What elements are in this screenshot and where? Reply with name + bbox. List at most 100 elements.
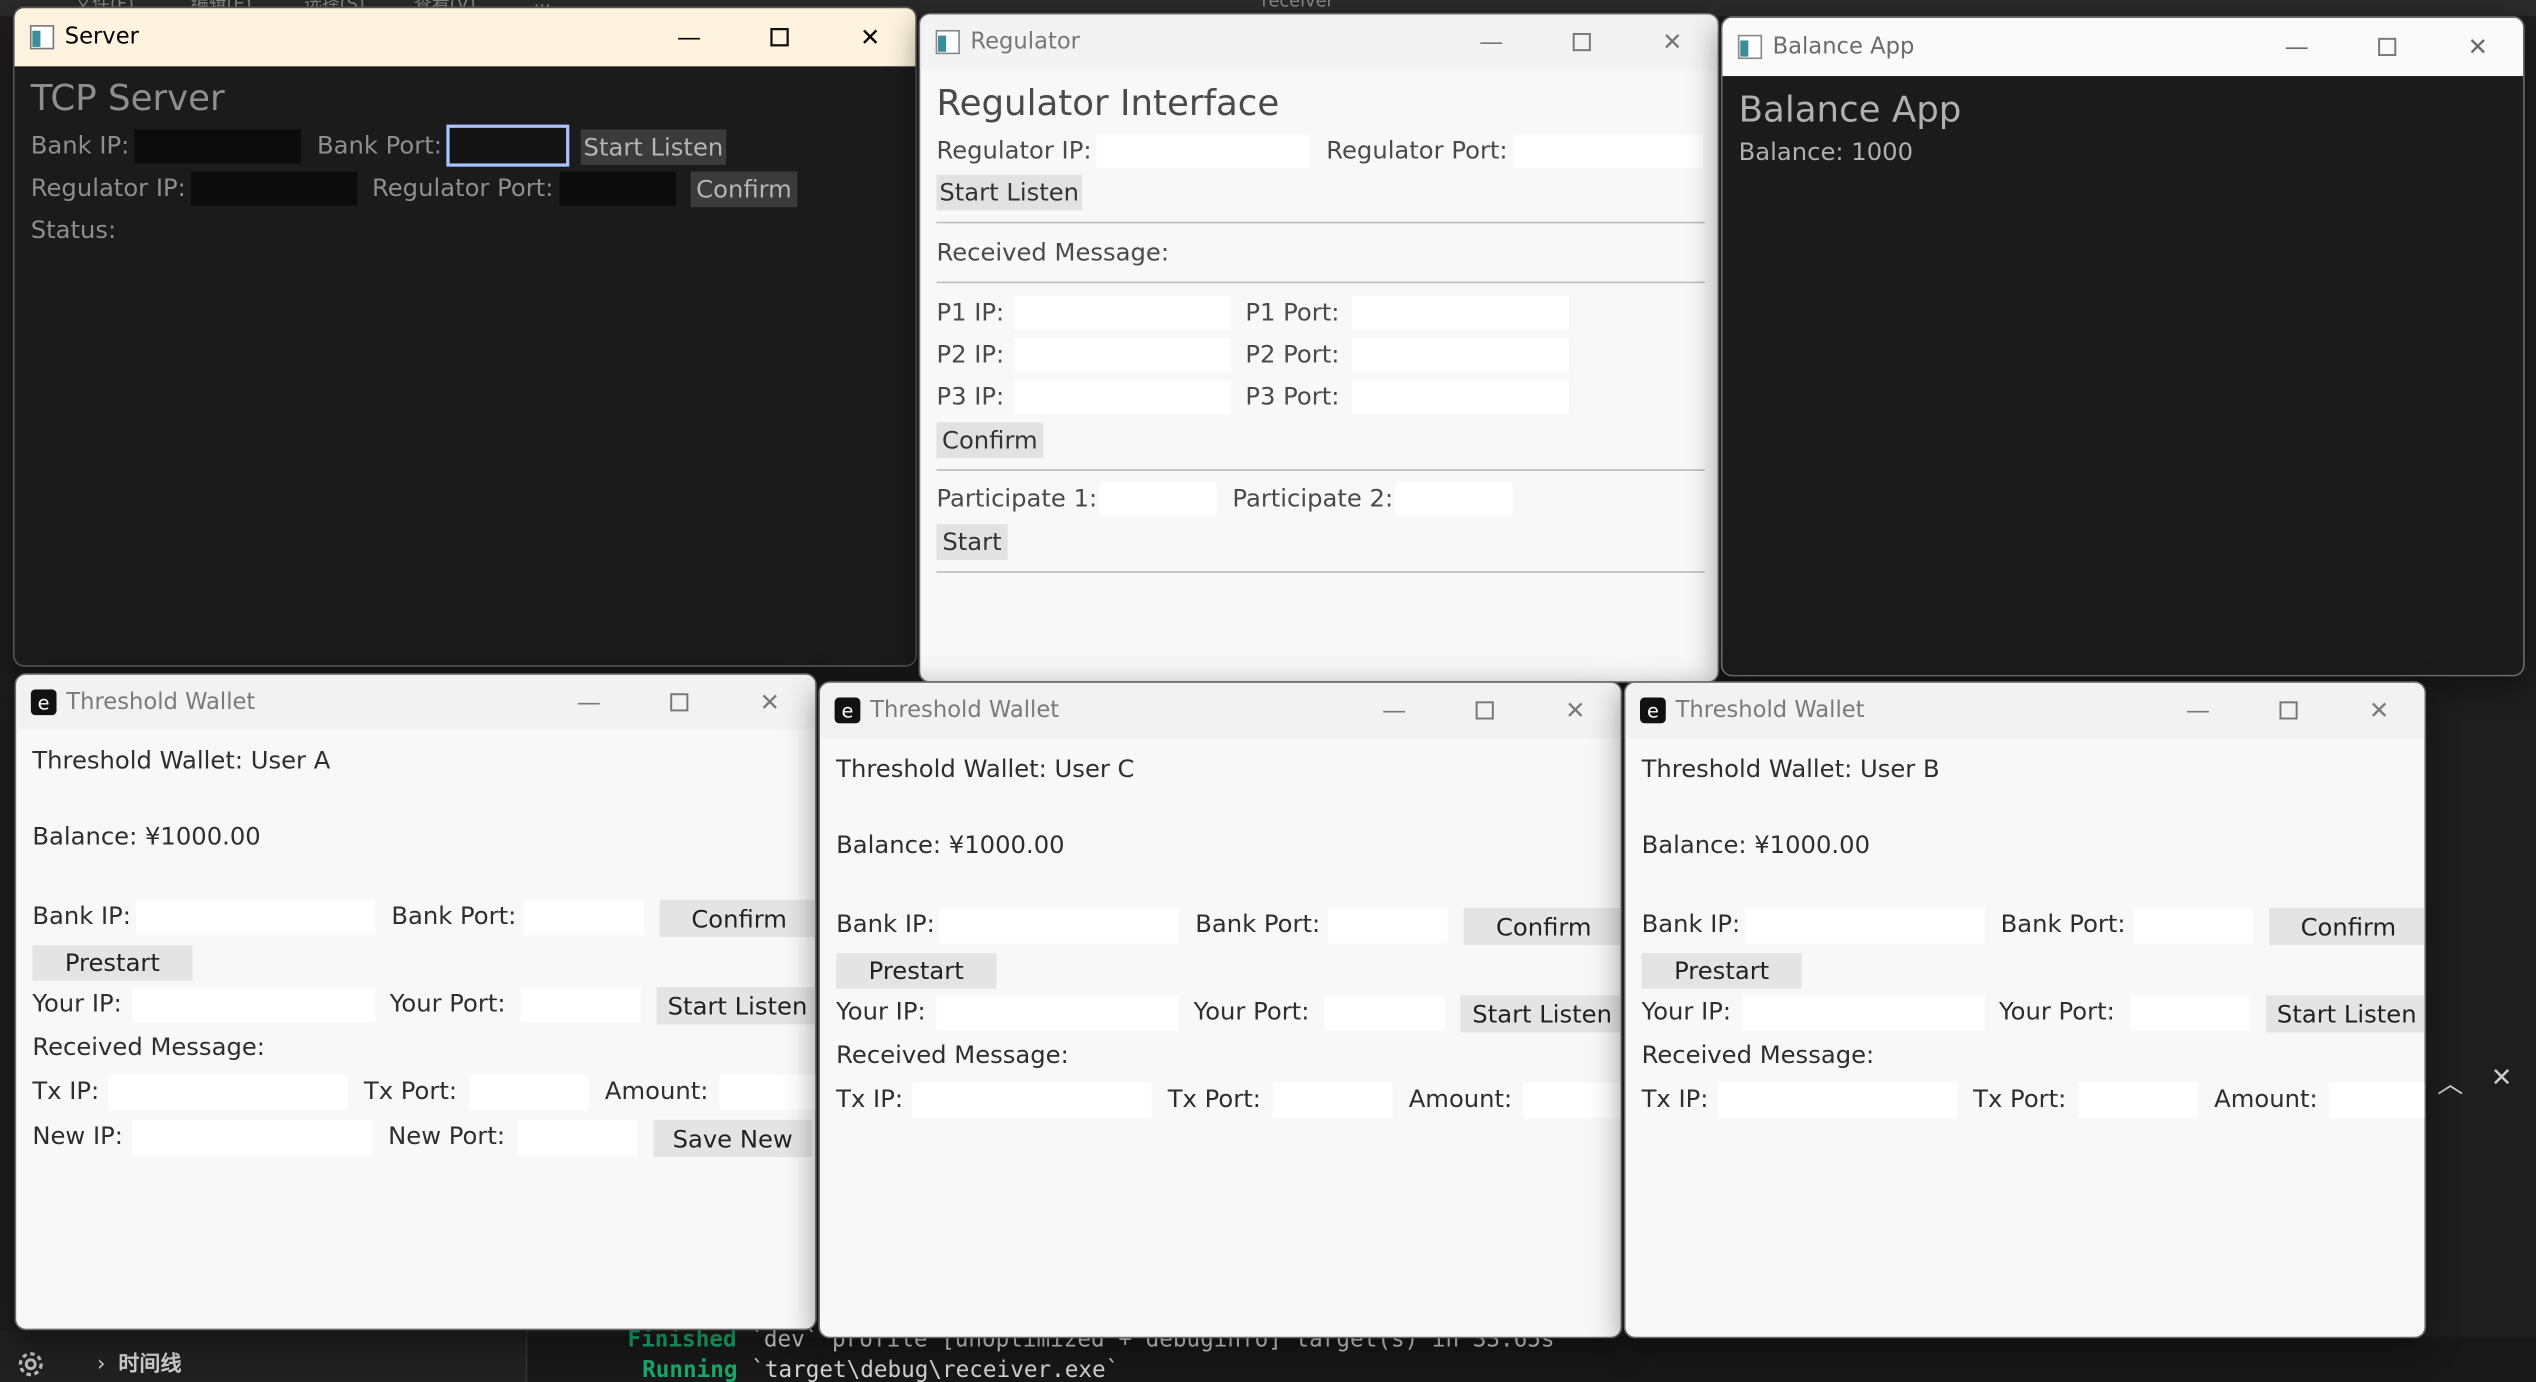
start-listen-button[interactable]: Start Listen bbox=[1460, 995, 1621, 1033]
svg-text:e: e bbox=[38, 692, 50, 715]
your-ip-input[interactable] bbox=[1741, 995, 1985, 1031]
bank-ip-input[interactable] bbox=[134, 129, 301, 164]
bank-port-input[interactable] bbox=[446, 124, 570, 167]
maximize-button[interactable] bbox=[634, 675, 725, 730]
bank-port-input[interactable] bbox=[524, 899, 644, 936]
start-listen-button[interactable]: Start Listen bbox=[580, 129, 727, 166]
bank-port-label: Bank Port: bbox=[317, 131, 442, 161]
prestart-button[interactable]: Prestart bbox=[1641, 953, 1802, 989]
gear-icon[interactable] bbox=[13, 1346, 49, 1382]
new-port-input[interactable] bbox=[517, 1119, 638, 1156]
balance-titlebar[interactable]: Balance App — ✕ bbox=[1722, 17, 2524, 77]
regulator-port-input[interactable] bbox=[1513, 134, 1704, 169]
tx-port-input[interactable] bbox=[2078, 1082, 2198, 1119]
tx-port-input[interactable] bbox=[469, 1074, 589, 1111]
regulator-ip-input[interactable] bbox=[190, 171, 358, 206]
server-titlebar[interactable]: Server — ✕ bbox=[14, 8, 916, 67]
minimize-button[interactable]: — bbox=[1349, 683, 1440, 738]
tx-ip-input[interactable] bbox=[912, 1082, 1152, 1119]
close-button[interactable]: ✕ bbox=[2432, 18, 2523, 76]
your-port-input[interactable] bbox=[1324, 995, 1445, 1031]
minimize-button[interactable]: — bbox=[644, 8, 735, 66]
new-ip-label: New IP: bbox=[32, 1121, 123, 1151]
start-listen-button[interactable]: Start Listen bbox=[936, 174, 1083, 211]
tx-ip-input[interactable] bbox=[108, 1074, 348, 1111]
app-icon bbox=[1737, 34, 1763, 60]
regulator-port-input[interactable] bbox=[559, 171, 677, 206]
close-button[interactable]: ✕ bbox=[1530, 683, 1621, 738]
p3-ip-input[interactable] bbox=[1014, 380, 1231, 415]
start-button[interactable]: Start bbox=[936, 524, 1008, 560]
bank-port-label: Bank Port: bbox=[1195, 909, 1321, 939]
bank-ip-input[interactable] bbox=[1745, 907, 1985, 944]
minimize-button[interactable]: — bbox=[2251, 18, 2342, 76]
p1-ip-input[interactable] bbox=[1014, 296, 1231, 331]
panel-maximize-icon[interactable]: ︿ bbox=[2437, 1062, 2463, 1101]
bank-ip-input[interactable] bbox=[135, 899, 376, 936]
confirm-button[interactable]: Confirm bbox=[2269, 907, 2425, 946]
bank-ip-label: Bank IP: bbox=[836, 909, 935, 939]
bank-port-input[interactable] bbox=[1327, 907, 1448, 944]
tx-port-input[interactable] bbox=[1272, 1082, 1393, 1119]
confirm-button[interactable]: Confirm bbox=[690, 171, 798, 208]
maximize-icon bbox=[1572, 33, 1591, 52]
regulator-ip-label: Regulator IP: bbox=[30, 173, 186, 203]
maximize-button[interactable] bbox=[734, 8, 825, 66]
chevron-right-icon: › bbox=[97, 1352, 106, 1378]
bank-port-input[interactable] bbox=[2133, 907, 2253, 944]
your-ip-input[interactable] bbox=[132, 987, 376, 1023]
prestart-button[interactable]: Prestart bbox=[32, 945, 193, 981]
your-port-input[interactable] bbox=[520, 987, 641, 1023]
start-listen-button[interactable]: Start Listen bbox=[656, 987, 816, 1025]
close-button[interactable]: ✕ bbox=[825, 8, 916, 66]
wallet-titlebar[interactable]: e Threshold Wallet — ✕ bbox=[16, 674, 816, 730]
p1-port-input[interactable] bbox=[1352, 296, 1569, 331]
your-port-input[interactable] bbox=[2130, 995, 2250, 1031]
amount-input[interactable] bbox=[2328, 1082, 2425, 1119]
amount-input[interactable] bbox=[719, 1074, 816, 1111]
confirm-button[interactable]: Confirm bbox=[1463, 907, 1621, 946]
minimize-button[interactable]: — bbox=[1446, 15, 1537, 70]
wallet-titlebar[interactable]: e Threshold Wallet — ✕ bbox=[1625, 682, 2425, 738]
maximize-button[interactable] bbox=[2243, 683, 2334, 738]
confirm-button[interactable]: Confirm bbox=[659, 899, 816, 937]
wallet-content: Threshold Wallet: User B Balance: ¥1000.… bbox=[1625, 738, 2425, 1337]
participate-1-input[interactable] bbox=[1099, 482, 1217, 517]
minimize-button[interactable]: — bbox=[2153, 683, 2244, 738]
minimize-button[interactable]: — bbox=[543, 675, 634, 730]
participate-2-input[interactable] bbox=[1395, 482, 1513, 517]
close-button[interactable]: ✕ bbox=[1627, 15, 1718, 70]
wallet-titlebar[interactable]: e Threshold Wallet — ✕ bbox=[819, 682, 1621, 738]
received-message-label: Received Message: bbox=[32, 1032, 265, 1062]
regulator-titlebar[interactable]: Regulator — ✕ bbox=[920, 14, 1718, 70]
p2-port-label: P2 Port: bbox=[1245, 339, 1340, 369]
maximize-button[interactable] bbox=[1536, 15, 1627, 70]
p1-port-label: P1 Port: bbox=[1245, 297, 1340, 327]
prestart-button[interactable]: Prestart bbox=[836, 953, 997, 989]
timeline-section[interactable]: › 时间线 bbox=[97, 1346, 181, 1377]
ide-search-text[interactable]: receiver bbox=[1262, 0, 1334, 11]
start-listen-button[interactable]: Start Listen bbox=[2265, 995, 2425, 1033]
your-port-label: Your Port: bbox=[1999, 996, 2115, 1026]
p2-port-input[interactable] bbox=[1352, 338, 1569, 373]
wallet-window-user-a: e Threshold Wallet — ✕ Threshold Wallet:… bbox=[14, 673, 817, 1331]
regulator-port-label: Regulator Port: bbox=[1326, 135, 1508, 166]
close-button[interactable]: ✕ bbox=[2334, 683, 2425, 738]
panel-close-icon[interactable]: ✕ bbox=[2491, 1062, 2513, 1093]
amount-input[interactable] bbox=[1523, 1082, 1621, 1119]
new-ip-input[interactable] bbox=[132, 1119, 372, 1156]
close-button[interactable]: ✕ bbox=[725, 675, 816, 730]
your-ip-input[interactable] bbox=[936, 995, 1180, 1031]
wallet-content: Threshold Wallet: User C Balance: ¥1000.… bbox=[820, 738, 1621, 1337]
bank-ip-input[interactable] bbox=[939, 907, 1180, 944]
p2-ip-label: P2 IP: bbox=[936, 339, 1005, 369]
p2-ip-input[interactable] bbox=[1014, 338, 1231, 373]
tx-ip-input[interactable] bbox=[1717, 1082, 1957, 1119]
regulator-ip-input[interactable] bbox=[1096, 134, 1311, 169]
p3-port-input[interactable] bbox=[1352, 380, 1569, 415]
tx-port-label: Tx Port: bbox=[1973, 1084, 2067, 1114]
maximize-button[interactable] bbox=[2342, 18, 2433, 76]
save-new-button[interactable]: Save New bbox=[653, 1119, 812, 1158]
confirm-button[interactable]: Confirm bbox=[936, 422, 1044, 458]
maximize-button[interactable] bbox=[1439, 683, 1530, 738]
